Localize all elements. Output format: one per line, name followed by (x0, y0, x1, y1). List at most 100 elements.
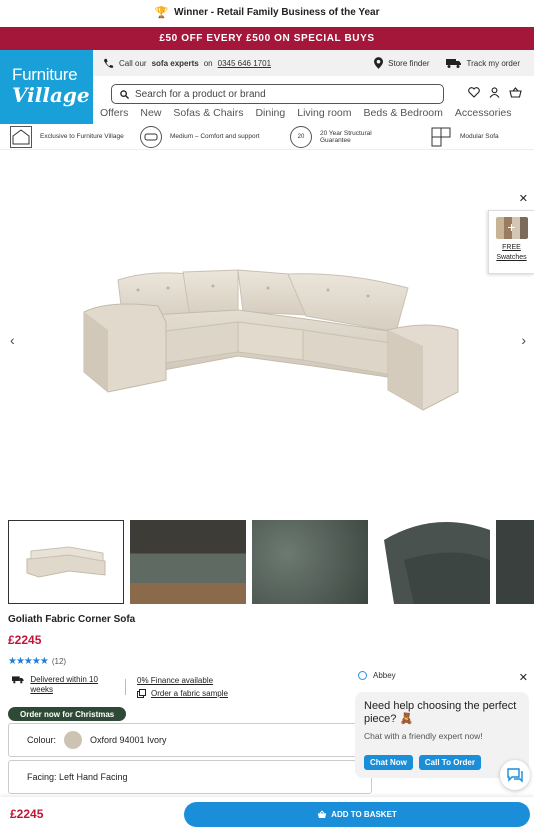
delivery-info[interactable]: Delivered within 10 weeks (12, 675, 112, 695)
usp-exclusive: Exclusive to Furniture Village (10, 125, 140, 148)
track-order-label: Track my order (466, 58, 521, 68)
promo-banner[interactable]: £50 OFF EVERY £500 ON SPECIAL BUYS (0, 27, 534, 50)
colour-value: Oxford 94001 Ivory (90, 735, 167, 745)
furniture-village-badge-icon (10, 125, 32, 148)
main-nav: Offers New Sofas & Chairs Dining Living … (100, 107, 534, 119)
rating[interactable]: ★★★★★ (12) (8, 656, 66, 667)
site-header: Furniture Village Call our sofa experts … (0, 50, 534, 124)
free-swatches-card[interactable]: FREE Swatches (488, 210, 534, 274)
promo-text[interactable]: £50 OFF EVERY £500 ON SPECIAL BUYS (159, 33, 374, 44)
basket-icon (317, 810, 327, 818)
chat-question: Need help choosing the perfect piece? 🧸 (364, 700, 517, 725)
fabric-sample-link[interactable]: Order a fabric sample (137, 688, 228, 698)
award-bar: 🏆 Winner - Retail Family Business of the… (0, 0, 534, 24)
finance-sample-links: 0% Finance available Order a fabric samp… (137, 675, 228, 701)
guarantee-badge-text: 20 (297, 133, 305, 140)
chat-close-icon[interactable]: ✕ (519, 671, 528, 684)
fabric-sample-text[interactable]: Order a fabric sample (151, 689, 228, 698)
christmas-badge: Order now for Christmas (8, 707, 127, 721)
divider (125, 679, 126, 695)
colour-swatch (64, 731, 83, 749)
guarantee-20-icon: 20 (290, 125, 312, 148)
bottom-price: £2245 (10, 806, 44, 821)
search-placeholder: Search for a product or brand (135, 88, 266, 100)
usp-exclusive-label: Exclusive to Furniture Village (40, 133, 124, 140)
logo-line2: Village (12, 83, 90, 107)
thumbnail-2[interactable] (130, 520, 246, 604)
store-finder-link[interactable]: Store finder (374, 57, 430, 69)
usp-guarantee-label: 20 Year Structural Guarantee (320, 129, 372, 144)
chat-agent: Abbey (358, 671, 396, 680)
nav-beds-bedroom[interactable]: Beds & Bedroom (364, 107, 443, 119)
nav-accessories[interactable]: Accessories (455, 107, 512, 119)
product-price: £2245 (8, 633, 42, 647)
call-on: on (203, 58, 213, 68)
track-order-link[interactable]: Track my order (445, 58, 521, 68)
facing-value: Facing: Left Hand Facing (27, 772, 128, 782)
thumbnail-strip (0, 520, 534, 604)
delivery-truck-icon (445, 59, 461, 68)
cushion-firmness-icon (140, 125, 162, 148)
agent-name: Abbey (373, 671, 396, 680)
award-text: Winner - Retail Family Business of the Y… (174, 6, 380, 18)
thumbnail-1[interactable] (8, 520, 124, 604)
thumbnail-5[interactable] (496, 520, 534, 604)
product-gallery: ‹ › ✕ FREE Swatches (0, 150, 534, 520)
store-finder-label: Store finder (388, 58, 430, 68)
usp-modular-label: Modular Sofa (460, 133, 499, 140)
delivery-text[interactable]: Delivered within 10 weeks (30, 675, 112, 695)
delivery-truck-icon (12, 676, 24, 684)
free-swatches-line2: Swatches (496, 254, 527, 261)
product-title: Goliath Fabric Corner Sofa (8, 614, 136, 625)
fabric-sample-icon (137, 688, 146, 698)
trophy-icon: 🏆 (154, 6, 169, 19)
thumbnail-4[interactable] (374, 520, 490, 604)
call-to-order-button[interactable]: Call To Order (418, 755, 481, 770)
search-input[interactable]: Search for a product or brand (111, 84, 444, 104)
thumbnail-3[interactable] (252, 520, 368, 604)
usp-comfort: Medium – Comfort and support (140, 125, 290, 148)
phone-icon (103, 58, 114, 68)
call-bold: sofa experts (151, 58, 199, 68)
usp-row: Exclusive to Furniture Village Medium – … (0, 124, 534, 150)
chat-launcher-icon[interactable] (500, 760, 530, 790)
main-product-image[interactable] (78, 260, 468, 440)
nav-offers[interactable]: Offers (100, 107, 128, 119)
add-to-basket-button[interactable]: ADD TO BASKET (184, 802, 530, 827)
call-prefix: Call our (119, 58, 147, 68)
location-pin-icon (374, 57, 384, 69)
finance-link[interactable]: 0% Finance available (137, 675, 228, 685)
gallery-next-arrow-icon[interactable]: › (521, 332, 526, 348)
colour-label: Colour: (27, 735, 57, 745)
colour-selector[interactable]: Colour: Oxford 94001 Ivory (8, 723, 372, 757)
rating-count: (12) (51, 657, 67, 666)
modular-sofa-icon (430, 126, 452, 148)
nav-new[interactable]: New (140, 107, 161, 119)
close-icon[interactable]: ✕ (519, 192, 528, 205)
account-user-icon[interactable] (489, 87, 500, 98)
utility-bar: Call our sofa experts on 0345 646 1701 S… (93, 50, 534, 76)
swatch-fabric-icon (495, 217, 528, 239)
rating-stars-icon: ★★★★★ (8, 656, 49, 667)
gallery-prev-arrow-icon[interactable]: ‹ (10, 332, 15, 348)
basket-icon[interactable] (509, 87, 522, 98)
chat-widget: Abbey ✕ Need help choosing the perfect p… (350, 668, 534, 790)
facing-selector[interactable]: Facing: Left Hand Facing (8, 760, 372, 794)
sticky-basket-bar: £2245 ADD TO BASKET (0, 797, 534, 830)
nav-sofas-chairs[interactable]: Sofas & Chairs (173, 107, 243, 119)
phone-number-link[interactable]: 0345 646 1701 (218, 59, 271, 68)
logo-line1: Furniture (12, 65, 78, 84)
search-icon (120, 89, 129, 99)
usp-modular: Modular Sofa (430, 126, 499, 148)
finance-text[interactable]: 0% Finance available (137, 676, 213, 685)
call-experts[interactable]: Call our sofa experts on 0345 646 1701 (93, 58, 271, 69)
chat-subtitle: Chat with a friendly expert now! (364, 731, 483, 741)
wishlist-heart-icon[interactable] (468, 87, 480, 98)
agent-avatar-icon (358, 671, 367, 680)
add-to-basket-label: ADD TO BASKET (331, 810, 397, 819)
logo[interactable]: Furniture Village (0, 50, 93, 124)
free-swatches-line1: FREE (502, 244, 521, 251)
chat-now-button[interactable]: Chat Now (364, 755, 413, 770)
nav-living-room[interactable]: Living room (297, 107, 351, 119)
nav-dining[interactable]: Dining (255, 107, 285, 119)
